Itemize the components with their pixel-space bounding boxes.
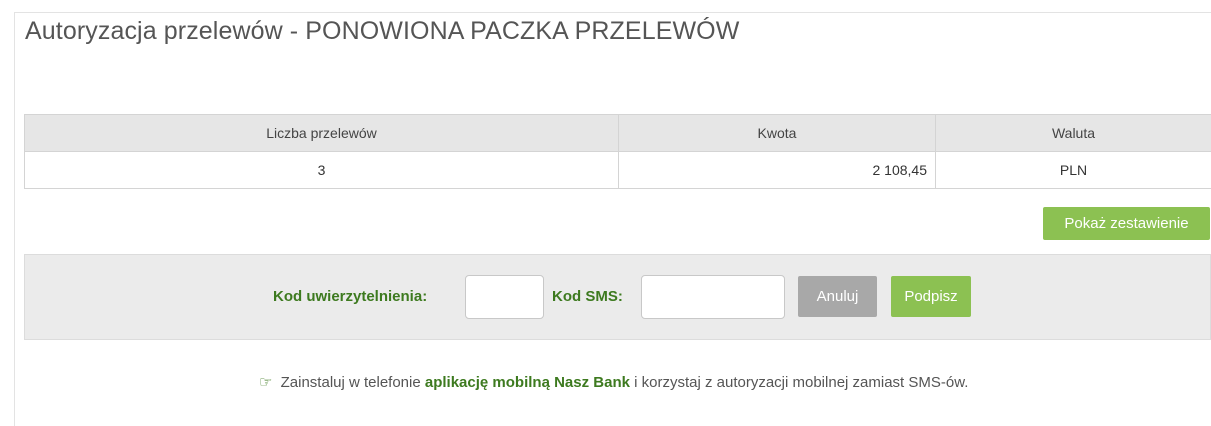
table-row: 3 2 108,45 PLN	[24, 151, 1211, 189]
cell-amount: 2 108,45	[618, 151, 936, 189]
hand-pointing-right-icon: ☞	[259, 374, 273, 391]
cancel-button[interactable]: Anuluj	[798, 276, 877, 317]
transfers-summary-table: Liczba przelewów Kwota Waluta 3 2 108,45…	[24, 114, 1211, 189]
top-divider	[14, 12, 1211, 13]
mobile-app-link[interactable]: aplikację mobilną Nasz Bank	[425, 374, 630, 391]
page-title: Autoryzacja przelewów - PONOWIONA PACZKA…	[25, 17, 740, 45]
auth-code-input[interactable]	[465, 275, 544, 319]
cell-currency: PLN	[935, 151, 1211, 189]
left-divider	[14, 12, 15, 426]
cell-transfer-count: 3	[24, 151, 619, 189]
mobile-app-promo: ☞ Zainstaluj w telefonie aplikację mobil…	[259, 373, 968, 391]
promo-text-before: Zainstaluj w telefonie	[280, 374, 421, 391]
table-header-row: Liczba przelewów Kwota Waluta	[24, 114, 1211, 152]
column-header-currency: Waluta	[935, 114, 1211, 152]
sms-code-input[interactable]	[641, 275, 785, 319]
sms-code-label: Kod SMS:	[552, 288, 623, 305]
promo-text-after: i korzystaj z autoryzacji mobilnej zamia…	[634, 374, 969, 391]
auth-code-label: Kod uwierzytelnienia:	[273, 288, 428, 305]
column-header-amount: Kwota	[618, 114, 936, 152]
column-header-count: Liczba przelewów	[24, 114, 619, 152]
sign-button[interactable]: Podpisz	[891, 276, 971, 317]
show-summary-button[interactable]: Pokaż zestawienie	[1043, 207, 1210, 240]
